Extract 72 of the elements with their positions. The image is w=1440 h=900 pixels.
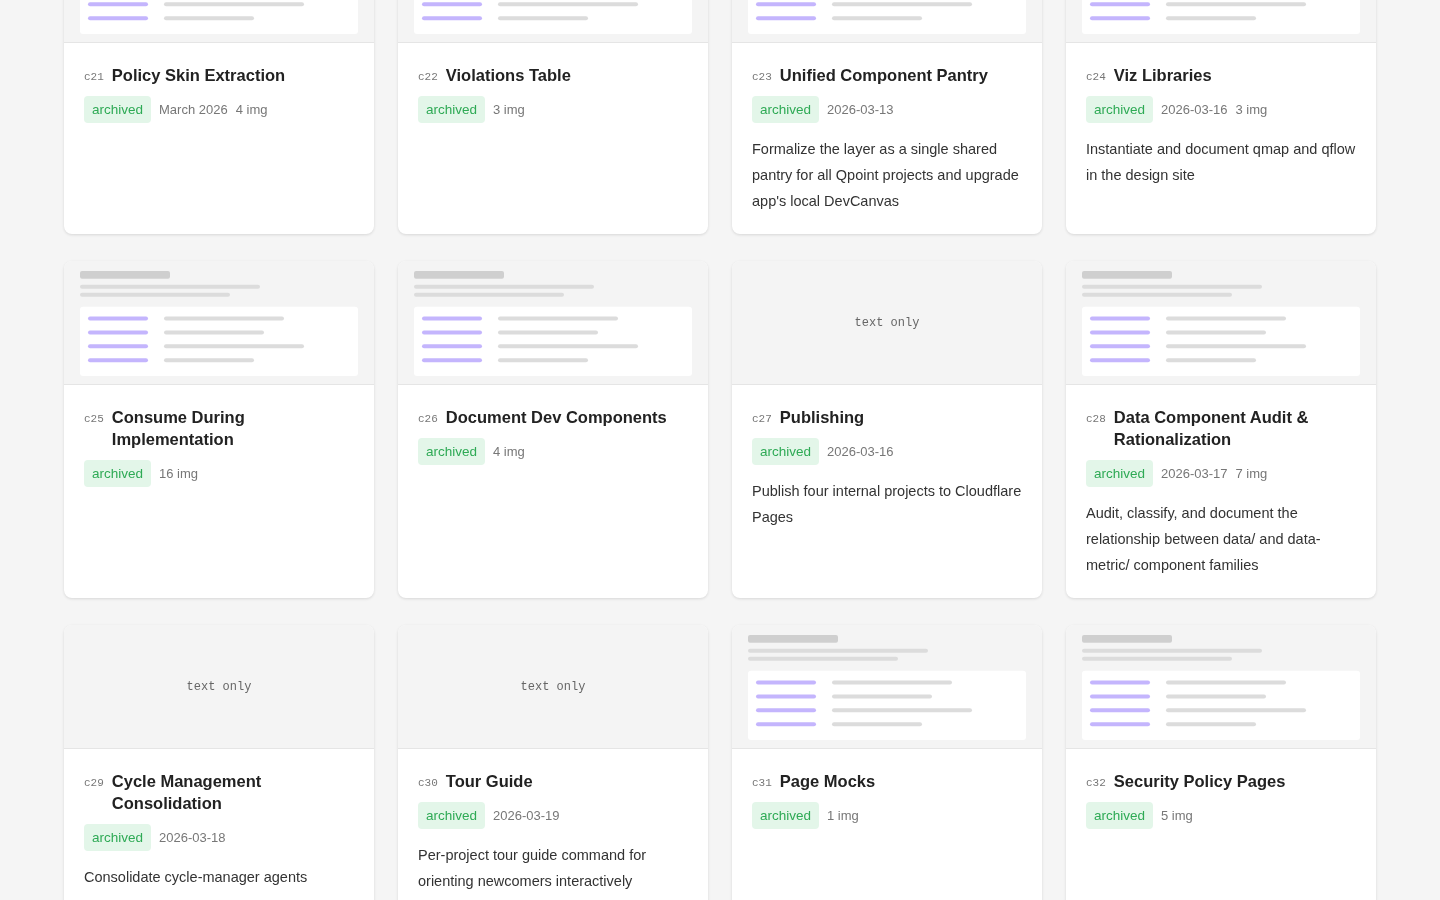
image-count: 3 img [1235,100,1268,119]
project-card[interactable]: c21 Policy Skin Extraction archived March 2026 4 img [64,0,374,234]
card-title: Consume During Implementation [111,407,246,450]
card-description: Instantiate and document qmap and qflow in the design site [1086,140,1356,185]
card-title: Unified Component Pantry [779,65,988,86]
project-card[interactable]: c25 Consume During Implementation archived 16 img [64,261,374,598]
card-title: Tour Guide [445,771,533,792]
card-code: c24 [1086,70,1106,85]
project-card[interactable]: text only c30 Tour Guide archived 2026-03-19 Per-project tour guide command for orienting newcomers interactively [398,625,708,900]
card-title: Viz Libraries [1113,65,1212,86]
status-badge: archived [84,460,152,487]
project-card[interactable]: c32 Security Policy Pages archived 5 img [1066,625,1376,900]
project-card[interactable]: c24 Viz Libraries archived 2026-03-16 3 img Instantiate and document qmap and qflow in the design site [1066,0,1376,234]
status-badge: archived [418,438,486,465]
status-badge: archived [1086,460,1154,487]
image-count: 7 img [1235,464,1268,483]
card-code: c21 [84,70,104,85]
card-title: Page Mocks [779,771,876,792]
image-count: 3 img [493,100,525,119]
card-description: Audit, classify, and document the relationship between data/ and data-metric/ component families [1086,504,1322,575]
status-badge: archived [418,96,486,123]
project-card[interactable]: text only c29 Cycle Management Consolidation archived 2026-03-18 Consolidate cycle-manager agents [64,625,374,900]
date-text: 2026-03-17 [1161,464,1228,483]
status-badge: archived [752,96,820,123]
card-code: c31 [752,776,772,791]
card-code: c25 [84,412,104,427]
image-count: 16 img [159,464,199,483]
date-text: 2026-03-18 [159,828,226,847]
card-code: c29 [84,776,104,791]
date-text: 2026-03-19 [493,806,560,825]
image-count: 1 img [827,806,859,825]
card-title: Publishing [779,407,865,428]
card-code: c28 [1086,412,1106,427]
card-title: Document Dev Components [445,407,667,428]
thumbnail-label: text only [520,678,586,696]
date-text: 2026-03-16 [1161,100,1228,119]
card-description: Per-project tour guide command for orienting newcomers interactively [418,846,648,891]
card-code: c32 [1086,776,1106,791]
status-badge: archived [84,824,152,851]
status-badge: archived [752,802,820,829]
thumbnail-label: text only [186,678,252,696]
thumbnail-label: text only [854,314,920,332]
card-description: Publish four internal projects to Cloudflare Pages [752,482,1022,527]
status-badge: archived [1086,802,1154,829]
status-badge: archived [752,438,820,465]
date-text: 2026-03-16 [827,442,894,461]
image-count: 4 img [493,442,525,461]
card-code: c30 [418,776,438,791]
card-code: c26 [418,412,438,427]
project-card[interactable]: text only c27 Publishing archived 2026-03-16 Publish four internal projects to Cloudflare Pages [732,261,1042,598]
card-description: Formalize the layer as a single shared pantry for all Qpoint projects and upgrade app's local DevCanvas [752,140,1020,211]
card-title: Data Component Audit & Rationalization [1113,407,1310,450]
project-card[interactable]: c23 Unified Component Pantry archived 2026-03-13 Formalize the layer as a single shared pantry for all Qpoint projects and upgrade app's local DevCanvas [732,0,1042,234]
status-badge: archived [84,96,152,123]
status-badge: archived [418,802,486,829]
card-code: c23 [752,70,772,85]
project-card[interactable]: c26 Document Dev Components archived 4 img [398,261,708,598]
date-text: 2026-03-13 [827,100,894,119]
card-title: Security Policy Pages [1113,771,1286,792]
project-card[interactable]: c28 Data Component Audit & Rationalization archived 2026-03-17 7 img Audit, classify, and document the relationship between data/ and data-metric/ component families [1066,261,1376,598]
card-title: Violations Table [445,65,571,86]
card-title: Cycle Management Consolidation [111,771,263,814]
image-count: 5 img [1161,806,1193,825]
card-description: Consolidate cycle-manager agents [84,868,309,887]
card-title: Policy Skin Extraction [111,65,286,86]
image-count: 4 img [235,100,268,119]
card-code: c22 [418,70,438,85]
project-card[interactable]: c31 Page Mocks archived 1 img [732,625,1042,900]
project-card[interactable]: c22 Violations Table archived 3 img [398,0,708,234]
card-code: c27 [752,412,772,427]
status-badge: archived [1086,96,1154,123]
date-text: March 2026 [159,100,228,119]
